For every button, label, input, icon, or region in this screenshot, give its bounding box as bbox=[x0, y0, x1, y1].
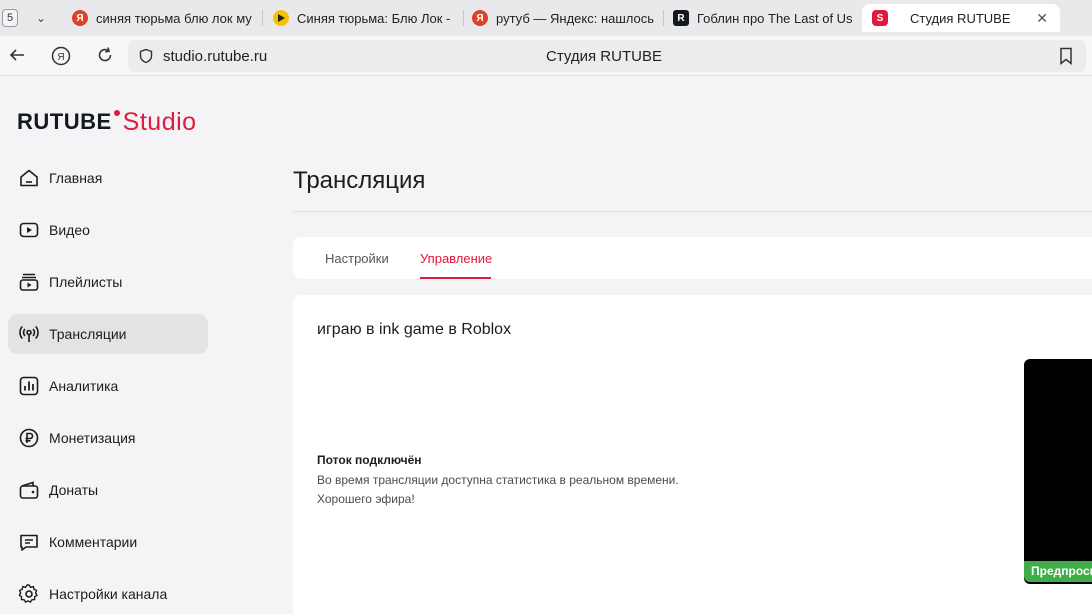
video-icon bbox=[19, 222, 39, 238]
sidebar-item-donations[interactable]: Донаты bbox=[8, 470, 208, 510]
browser-tab-bar: 5 ⌄ Я синяя тюрьма блю лок му Синяя тюрь… bbox=[0, 0, 1092, 36]
sidebar-item-playlists[interactable]: Плейлисты bbox=[8, 262, 208, 302]
wallet-icon bbox=[19, 481, 39, 499]
rutube-studio-logo[interactable]: RUTUBE Studio bbox=[17, 108, 197, 136]
tab-settings[interactable]: Настройки bbox=[325, 251, 389, 266]
home-icon bbox=[20, 169, 38, 187]
page-title: Трансляция bbox=[293, 167, 426, 194]
sidebar-item-analytics[interactable]: Аналитика bbox=[8, 366, 208, 406]
sidebar-item-comments[interactable]: Комментарии bbox=[8, 522, 208, 562]
close-icon[interactable]: ✕ bbox=[1036, 10, 1048, 27]
active-tab-indicator bbox=[420, 277, 491, 279]
stream-status-text: Во время трансляции доступна статистика … bbox=[317, 473, 679, 487]
browser-tab-active[interactable]: S Студия RUTUBE ✕ bbox=[862, 4, 1060, 32]
playlist-icon bbox=[19, 273, 39, 291]
play-icon bbox=[273, 10, 289, 26]
divider bbox=[293, 211, 1092, 212]
sidebar-nav: Главная Видео Плейлисты Трансляции Анали… bbox=[8, 158, 208, 614]
stream-card: играю в ink game в Roblox Поток подключё… bbox=[293, 295, 1092, 614]
sidebar-item-video[interactable]: Видео bbox=[8, 210, 208, 250]
yandex-icon: Я bbox=[472, 10, 488, 26]
ruble-icon bbox=[19, 428, 39, 448]
browser-tab[interactable]: R Гоблин про The Last of Us bbox=[673, 4, 853, 32]
sidebar-item-monetization[interactable]: Монетизация bbox=[8, 418, 208, 458]
tab-divider bbox=[663, 10, 664, 26]
browser-tab[interactable]: Я синяя тюрьма блю лок му bbox=[72, 4, 260, 32]
bookmark-icon[interactable] bbox=[1056, 46, 1076, 66]
tab-management[interactable]: Управление bbox=[420, 251, 492, 266]
preview-badge: Предпросмотр bbox=[1024, 561, 1092, 582]
tab-divider bbox=[463, 10, 464, 26]
stream-title: играю в ink game в Roblox bbox=[317, 321, 512, 338]
comment-icon bbox=[20, 534, 38, 551]
rutube-studio-icon: S bbox=[872, 10, 888, 26]
stream-preview-player[interactable]: Предпросмотр bbox=[1024, 359, 1092, 584]
stream-tabs: Настройки Управление bbox=[293, 237, 1092, 279]
url-field[interactable]: studio.rutube.ru Студия RUTUBE bbox=[128, 40, 1086, 72]
gear-icon bbox=[18, 584, 38, 603]
sidebar-item-home[interactable]: Главная bbox=[8, 158, 208, 198]
browser-address-bar: Я studio.rutube.ru Студия RUTUBE bbox=[0, 36, 1092, 76]
sidebar-item-channel-settings[interactable]: Настройки канала bbox=[8, 574, 208, 614]
tab-divider bbox=[262, 10, 263, 26]
yandex-home-icon[interactable]: Я bbox=[51, 46, 71, 66]
browser-tab[interactable]: Синяя тюрьма: Блю Лок - bbox=[273, 4, 461, 32]
reload-icon[interactable] bbox=[95, 46, 115, 66]
back-arrow-icon[interactable] bbox=[7, 46, 27, 66]
rutube-r-icon: R bbox=[673, 10, 689, 26]
broadcast-icon bbox=[19, 325, 39, 342]
page-title-in-omnibox: Студия RUTUBE bbox=[546, 48, 662, 65]
stream-status-wish: Хорошего эфира! bbox=[317, 492, 415, 506]
yandex-icon: Я bbox=[72, 10, 88, 26]
chevron-down-icon[interactable]: ⌄ bbox=[30, 9, 52, 27]
analytics-icon bbox=[19, 376, 39, 396]
sidebar-item-broadcasts[interactable]: Трансляции bbox=[8, 314, 208, 354]
svg-text:Я: Я bbox=[57, 52, 64, 63]
logo-dot bbox=[113, 110, 120, 116]
tab-count-badge[interactable]: 5 bbox=[2, 9, 18, 27]
browser-tab[interactable]: Я рутуб — Яндекс: нашлось bbox=[472, 4, 660, 32]
stream-status-title: Поток подключён bbox=[317, 453, 422, 467]
